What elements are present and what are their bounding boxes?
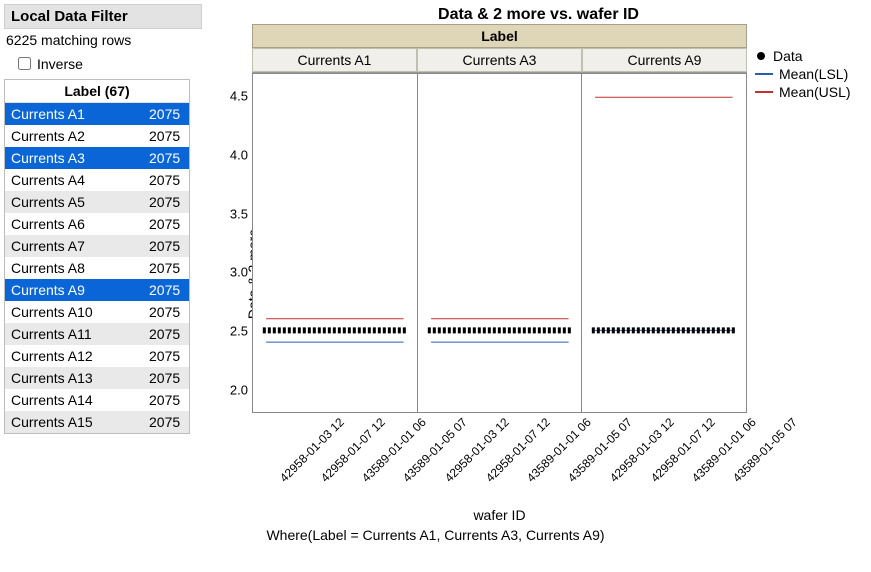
label-filter-row[interactable]: Currents A152075	[5, 411, 189, 433]
chart-facet-panel[interactable]	[582, 73, 747, 413]
label-filter-name: Currents A7	[5, 235, 145, 257]
legend-label-usl: Mean(USL)	[779, 84, 851, 100]
label-filter-row[interactable]: Currents A112075	[5, 323, 189, 345]
label-filter-name: Currents A8	[5, 257, 145, 279]
label-filter-count: 2075	[145, 169, 189, 191]
label-filter-count: 2075	[145, 235, 189, 257]
label-filter-name: Currents A6	[5, 213, 145, 235]
facet-header: Currents A1	[252, 48, 417, 72]
label-filter-name: Currents A5	[5, 191, 145, 213]
label-filter-count: 2075	[145, 301, 189, 323]
label-filter-name: Currents A13	[5, 367, 145, 389]
y-tick: 2.0	[230, 382, 248, 397]
label-filter-row[interactable]: Currents A62075	[5, 213, 189, 235]
chart-panel: Data & 2 more vs. wafer ID Data & 2 more…	[202, 4, 867, 523]
label-filter-count: 2075	[145, 191, 189, 213]
label-filter-row[interactable]: Currents A22075	[5, 125, 189, 147]
facet-header: Currents A3	[417, 48, 582, 72]
label-filter-count: 2075	[145, 257, 189, 279]
label-filter-row[interactable]: Currents A92075	[5, 279, 189, 301]
label-filter-count: 2075	[145, 345, 189, 367]
label-filter-row[interactable]: Currents A42075	[5, 169, 189, 191]
label-filter-count: 2075	[145, 367, 189, 389]
x-ticks-group: 42958-01-03 1242958-01-07 1243589-01-01 …	[252, 415, 417, 429]
label-filter-heading: Label (67)	[5, 80, 189, 103]
label-filter-name: Currents A4	[5, 169, 145, 191]
label-filter-box: Label (67) Currents A12075Currents A2207…	[4, 79, 190, 434]
chart-facet-panel[interactable]	[418, 73, 583, 413]
label-filter-name: Currents A15	[5, 411, 145, 433]
label-filter-row[interactable]: Currents A82075	[5, 257, 189, 279]
label-filter-row[interactable]: Currents A102075	[5, 301, 189, 323]
x-ticks-group: 42958-01-03 1242958-01-07 1243589-01-01 …	[417, 415, 582, 429]
label-filter-row[interactable]: Currents A142075	[5, 389, 189, 411]
y-tick: 3.5	[230, 206, 248, 221]
label-filter-count: 2075	[145, 389, 189, 411]
label-filter-count: 2075	[145, 125, 189, 147]
facet-group-label: Label	[252, 24, 747, 48]
x-axis-label: wafer ID	[252, 507, 747, 523]
legend-marker-data	[757, 52, 765, 60]
y-tick: 3.0	[230, 265, 248, 280]
legend-marker-usl	[755, 91, 773, 94]
label-filter-count: 2075	[145, 279, 189, 301]
matching-rows-text: 6225 matching rows	[4, 29, 202, 54]
inverse-checkbox[interactable]	[18, 57, 31, 70]
label-filter-row[interactable]: Currents A72075	[5, 235, 189, 257]
label-filter-name: Currents A12	[5, 345, 145, 367]
label-filter-count: 2075	[145, 411, 189, 433]
label-filter-name: Currents A1	[5, 103, 145, 125]
label-filter-name: Currents A9	[5, 279, 145, 301]
chart-title: Data & 2 more vs. wafer ID	[210, 4, 867, 24]
label-filter-row[interactable]: Currents A122075	[5, 345, 189, 367]
label-filter-count: 2075	[145, 213, 189, 235]
label-filter-name: Currents A10	[5, 301, 145, 323]
label-filter-row[interactable]: Currents A12075	[5, 103, 189, 125]
legend-label-lsl: Mean(LSL)	[779, 66, 848, 82]
legend-marker-lsl	[755, 73, 773, 76]
y-tick: 2.5	[230, 323, 248, 338]
where-clause-text: Where(Label = Currents A1, Currents A3, …	[4, 527, 867, 543]
inverse-label: Inverse	[37, 56, 83, 72]
label-filter-name: Currents A2	[5, 125, 145, 147]
label-filter-name: Currents A3	[5, 147, 145, 169]
label-filter-row[interactable]: Currents A132075	[5, 367, 189, 389]
chart-plot-area[interactable]	[252, 73, 747, 413]
label-filter-count: 2075	[145, 147, 189, 169]
label-filter-row[interactable]: Currents A52075	[5, 191, 189, 213]
local-data-filter-title: Local Data Filter	[4, 4, 202, 29]
local-data-filter-panel: Local Data Filter 6225 matching rows Inv…	[4, 4, 202, 523]
x-ticks-group: 42958-01-03 1242958-01-07 1243589-01-01 …	[582, 415, 747, 429]
y-tick: 4.5	[230, 89, 248, 104]
label-filter-row[interactable]: Currents A32075	[5, 147, 189, 169]
label-filter-name: Currents A11	[5, 323, 145, 345]
label-filter-count: 2075	[145, 323, 189, 345]
facet-header: Currents A9	[582, 48, 747, 72]
y-axis: 2.0 2.5 3.0 3.5 4.0 4.5	[222, 73, 252, 413]
label-filter-count: 2075	[145, 103, 189, 125]
y-tick: 4.0	[230, 148, 248, 163]
label-filter-name: Currents A14	[5, 389, 145, 411]
chart-facet-panel[interactable]	[252, 73, 418, 413]
legend-label-data: Data	[773, 48, 803, 64]
